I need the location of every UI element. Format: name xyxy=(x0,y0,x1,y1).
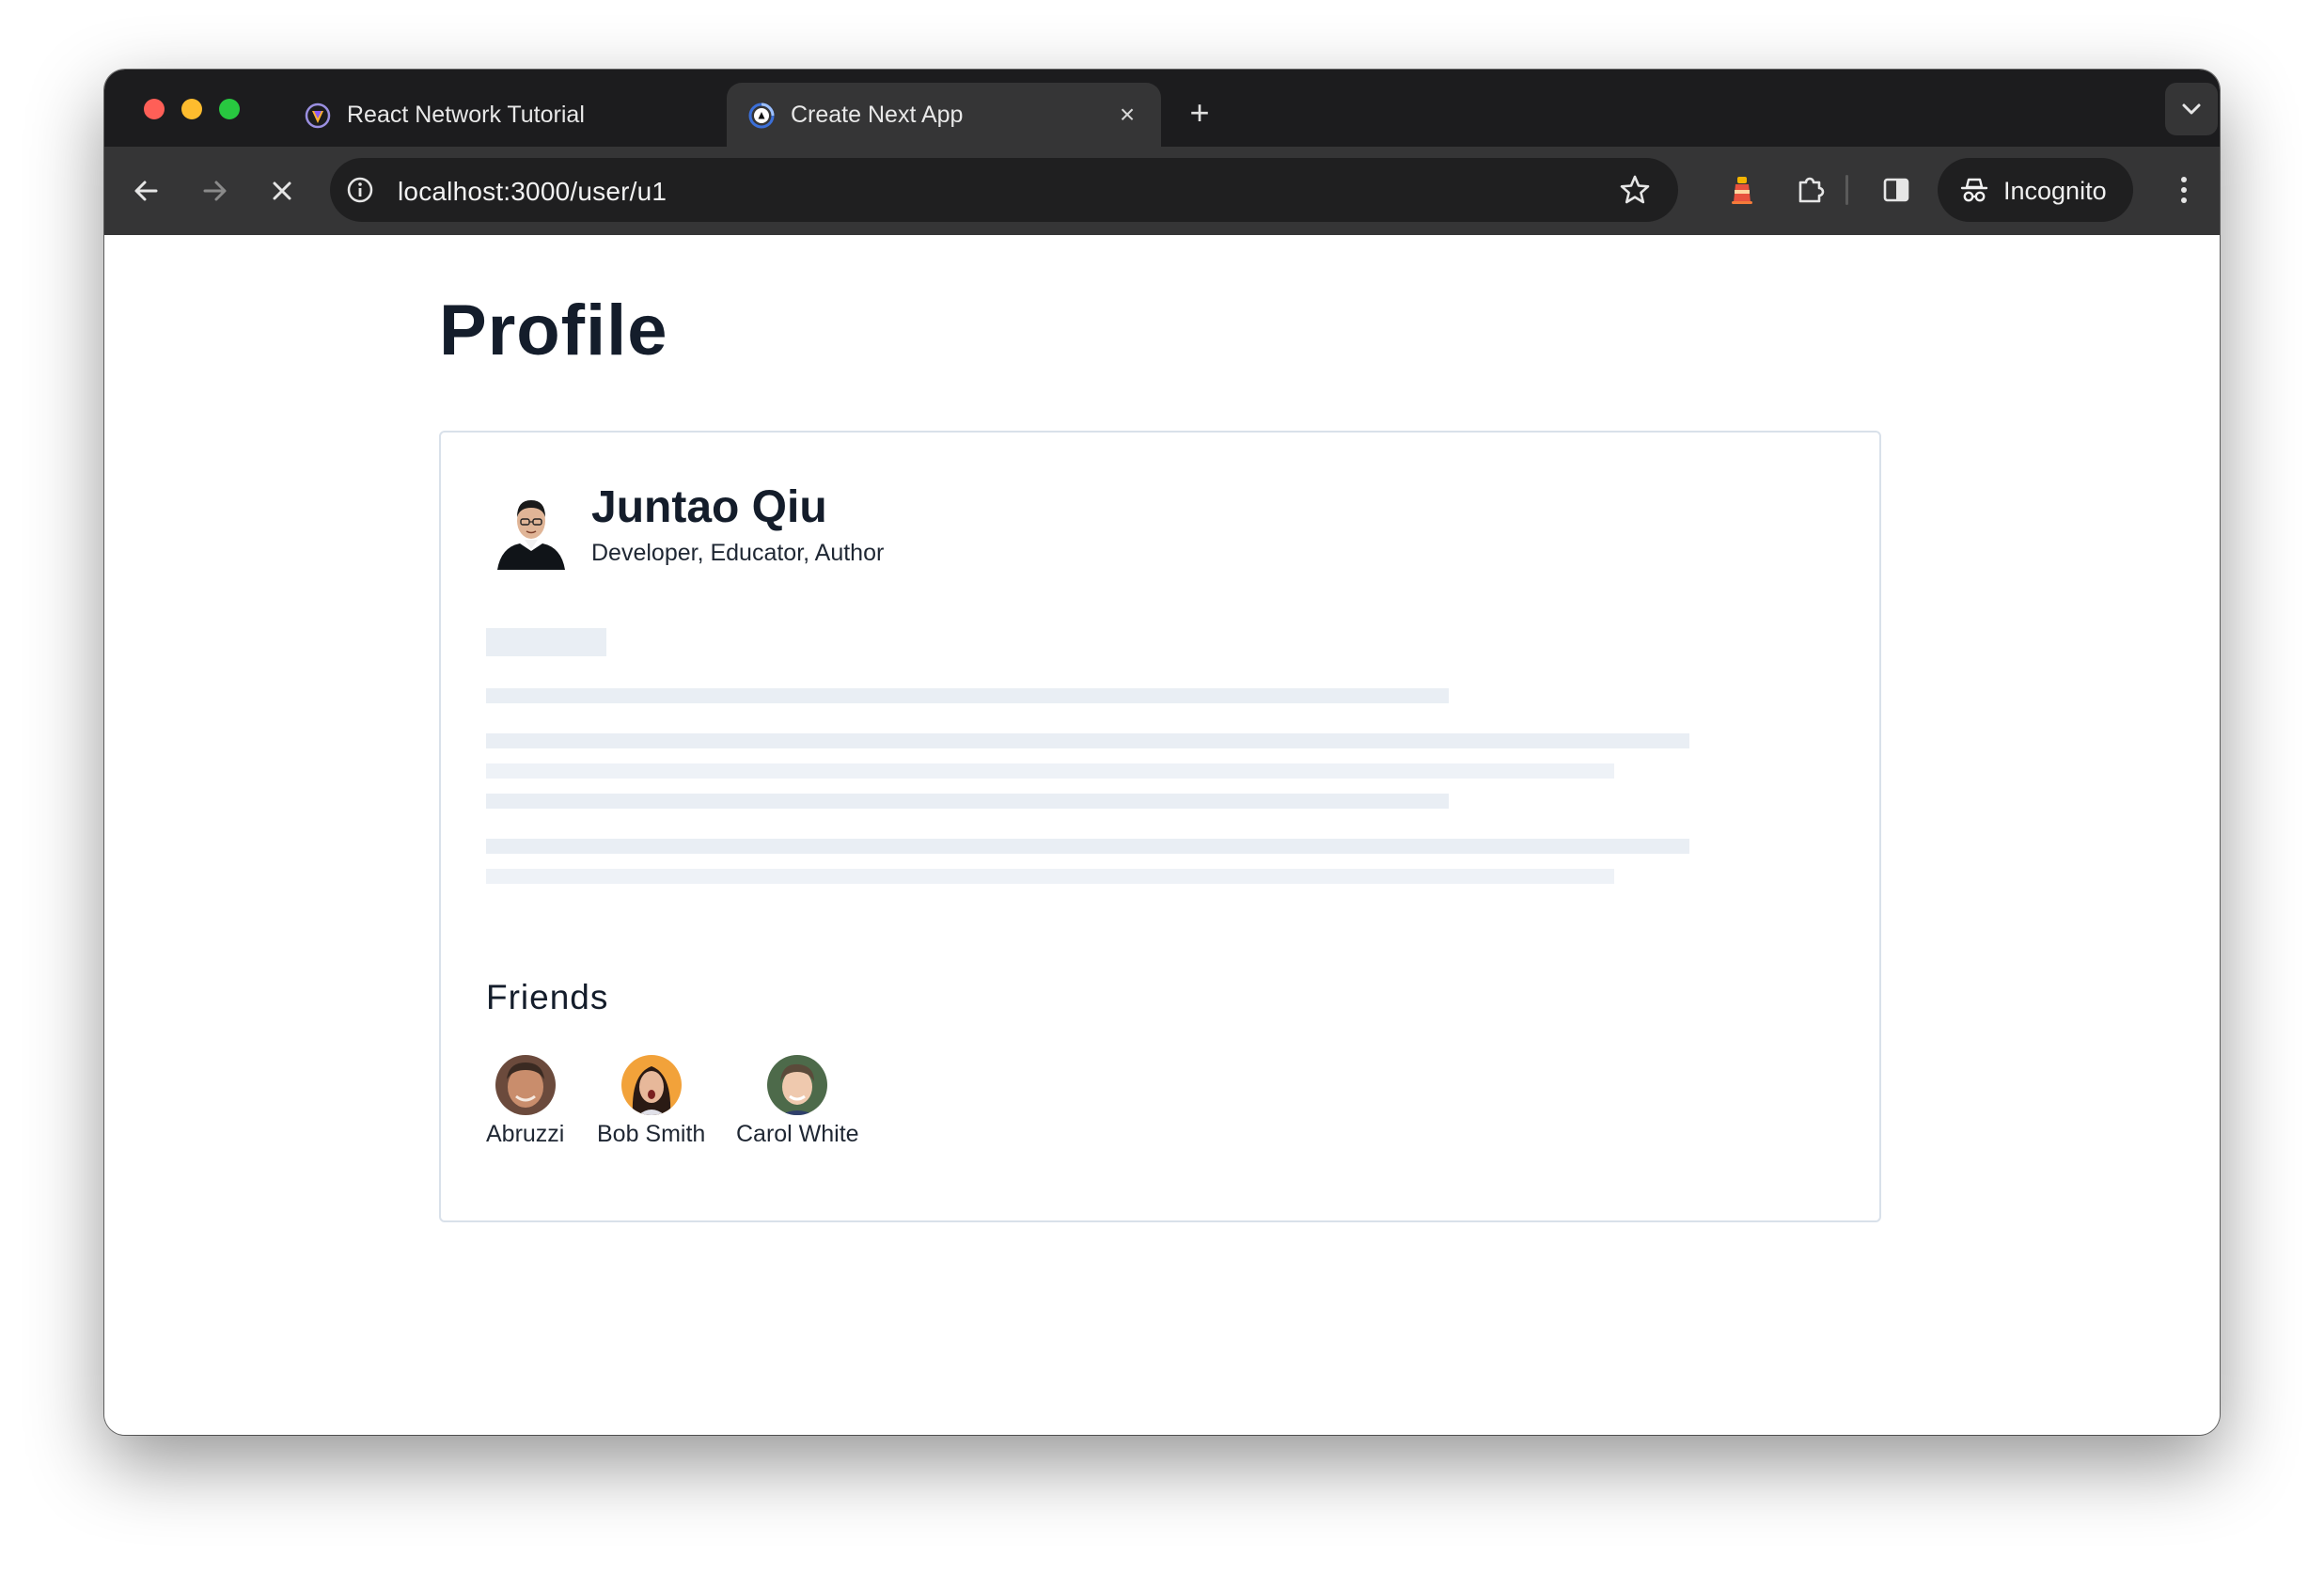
friend-avatar xyxy=(767,1055,828,1115)
skeleton-line xyxy=(486,733,1689,748)
friend-item[interactable]: Abruzzi xyxy=(486,1055,564,1148)
side-panel-icon[interactable] xyxy=(1877,171,1915,209)
friend-name: Abruzzi xyxy=(486,1121,565,1147)
bookmark-star-icon[interactable] xyxy=(1618,173,1652,207)
next-loading-icon xyxy=(748,102,775,129)
site-info-icon[interactable] xyxy=(345,175,375,205)
tab-title: Create Next App xyxy=(791,102,964,128)
friend-name: Bob Smith xyxy=(597,1121,706,1147)
incognito-button[interactable]: Incognito xyxy=(1938,158,2133,222)
lighthouse-extension-icon[interactable] xyxy=(1723,171,1761,209)
address-bar[interactable]: localhost:3000/user/u1 xyxy=(330,158,1678,222)
profile-avatar xyxy=(497,500,565,570)
new-tab-button[interactable]: + xyxy=(1181,94,1218,132)
page-title: Profile xyxy=(439,291,668,370)
minimize-window-button[interactable] xyxy=(181,99,202,119)
friend-avatar xyxy=(620,1055,682,1115)
profile-name: Juntao Qiu xyxy=(591,482,827,532)
more-menu-icon[interactable] xyxy=(2163,169,2205,211)
tab-strip: React Network Tutorial × Create Next App… xyxy=(104,70,2220,147)
page-content: Profile Juntao Qiu Developer, Educator, … xyxy=(104,235,2220,1435)
profile-bio: Developer, Educator, Author xyxy=(591,540,885,566)
incognito-label: Incognito xyxy=(2003,177,2107,205)
skeleton-title xyxy=(486,628,606,656)
tab-favicon-icon xyxy=(305,102,331,129)
tab-search-button[interactable] xyxy=(2165,83,2218,135)
tab-title: React Network Tutorial xyxy=(347,102,585,128)
incognito-icon xyxy=(1960,178,1988,202)
friend-name: Carol White xyxy=(736,1121,859,1147)
profile-card: Juntao Qiu Developer, Educator, Author F… xyxy=(439,431,1881,1222)
stop-loading-icon[interactable] xyxy=(262,171,302,211)
toolbar-divider xyxy=(1845,175,1848,205)
extensions-puzzle-icon[interactable] xyxy=(1791,171,1829,209)
skeleton-line xyxy=(486,794,1449,809)
close-tab-icon[interactable]: × xyxy=(1110,98,1144,132)
friend-item[interactable]: Bob Smith xyxy=(597,1055,705,1148)
zoom-window-button[interactable] xyxy=(219,99,240,119)
skeleton-line xyxy=(486,839,1689,854)
forward-arrow-icon[interactable] xyxy=(195,171,234,211)
tab-create-next-app[interactable]: Create Next App × xyxy=(727,83,1161,147)
friend-avatar xyxy=(495,1055,556,1115)
chevron-down-icon xyxy=(2182,103,2201,115)
back-arrow-icon[interactable] xyxy=(127,171,166,211)
url-text[interactable]: localhost:3000/user/u1 xyxy=(398,177,667,207)
browser-window: React Network Tutorial × Create Next App… xyxy=(104,70,2220,1435)
friends-heading: Friends xyxy=(486,978,609,1016)
friend-item[interactable]: Carol White xyxy=(736,1055,859,1148)
browser-toolbar: localhost:3000/user/u1 Incognito xyxy=(104,147,2220,235)
skeleton-line xyxy=(486,688,1449,703)
skeleton-line xyxy=(486,869,1614,884)
close-window-button[interactable] xyxy=(144,99,165,119)
skeleton-line xyxy=(486,763,1614,779)
